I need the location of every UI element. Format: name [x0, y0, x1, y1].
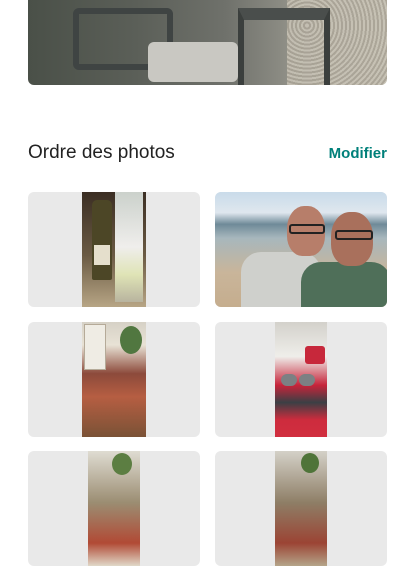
photo-image [275, 322, 327, 437]
photo-tile[interactable] [28, 192, 200, 307]
photo-tile[interactable] [28, 322, 200, 437]
photo-image [275, 451, 327, 566]
photo-image [82, 192, 146, 307]
plant [120, 326, 142, 354]
glasses [335, 230, 373, 240]
photo-image [82, 322, 146, 437]
plant [301, 453, 319, 473]
edit-order-link[interactable]: Modifier [329, 145, 387, 162]
shelf [84, 324, 106, 370]
bottle-label [94, 245, 110, 265]
plant [112, 453, 132, 475]
photo-image [88, 451, 140, 566]
photo-tile[interactable] [215, 451, 387, 566]
pillow [305, 346, 325, 364]
towel [281, 374, 297, 386]
photo-image [215, 192, 387, 307]
towel [299, 374, 315, 386]
chair-seat [148, 42, 238, 82]
photo-tile[interactable] [215, 322, 387, 437]
person-shirt [301, 262, 387, 307]
outdoor-table [238, 8, 330, 85]
glasses [289, 224, 325, 234]
photo-tile[interactable] [28, 451, 200, 566]
section-title: Ordre des photos [28, 142, 175, 163]
wine-bottle [92, 200, 112, 280]
cover-photo [28, 0, 387, 85]
wine-glass [115, 192, 143, 302]
photo-tile[interactable] [215, 192, 387, 307]
